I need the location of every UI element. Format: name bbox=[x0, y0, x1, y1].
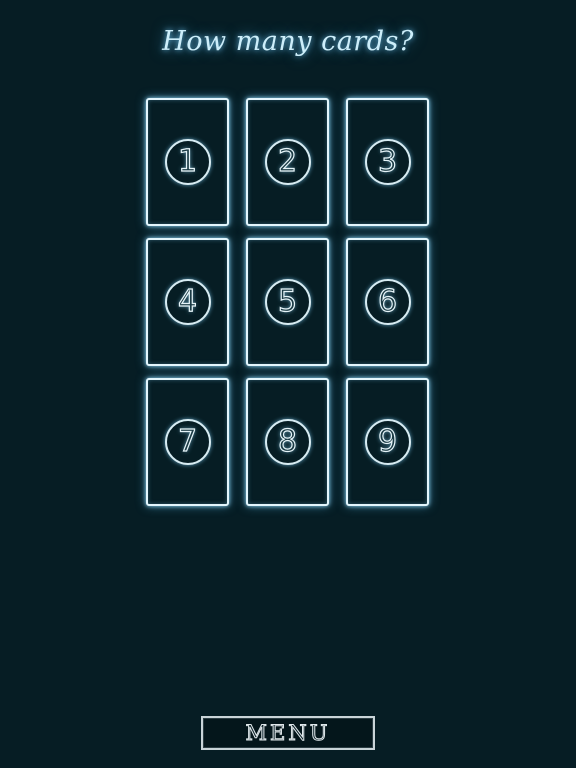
card-option-5[interactable]: 5 bbox=[246, 238, 329, 366]
card-number: 7 bbox=[177, 423, 198, 459]
card-option-3[interactable]: 3 bbox=[346, 98, 429, 226]
menu-button[interactable]: MENU bbox=[201, 716, 375, 750]
card-number: 2 bbox=[277, 143, 298, 179]
card-option-2[interactable]: 2 bbox=[246, 98, 329, 226]
card-option-1[interactable]: 1 bbox=[146, 98, 229, 226]
card-number: 3 bbox=[377, 143, 398, 179]
card-option-6[interactable]: 6 bbox=[346, 238, 429, 366]
number-circle: 8 bbox=[264, 419, 311, 465]
number-circle: 1 bbox=[164, 139, 211, 185]
card-number: 9 bbox=[377, 423, 398, 459]
card-number: 8 bbox=[277, 423, 298, 459]
page-title: How many cards? bbox=[162, 26, 414, 57]
card-number: 5 bbox=[277, 283, 298, 319]
number-circle: 2 bbox=[264, 139, 311, 185]
card-option-4[interactable]: 4 bbox=[146, 238, 229, 366]
card-number: 1 bbox=[177, 143, 198, 179]
number-circle: 7 bbox=[164, 419, 211, 465]
card-number: 4 bbox=[177, 283, 198, 319]
menu-button-label: MENU bbox=[245, 721, 331, 746]
number-circle: 9 bbox=[364, 419, 411, 465]
card-number: 6 bbox=[377, 283, 398, 319]
number-circle: 4 bbox=[164, 279, 211, 325]
number-circle: 6 bbox=[364, 279, 411, 325]
card-option-7[interactable]: 7 bbox=[146, 378, 229, 506]
card-option-9[interactable]: 9 bbox=[346, 378, 429, 506]
number-circle: 5 bbox=[264, 279, 311, 325]
card-count-grid: 1 2 3 4 5 6 7 8 9 bbox=[146, 98, 431, 508]
number-circle: 3 bbox=[364, 139, 411, 185]
card-option-8[interactable]: 8 bbox=[246, 378, 329, 506]
